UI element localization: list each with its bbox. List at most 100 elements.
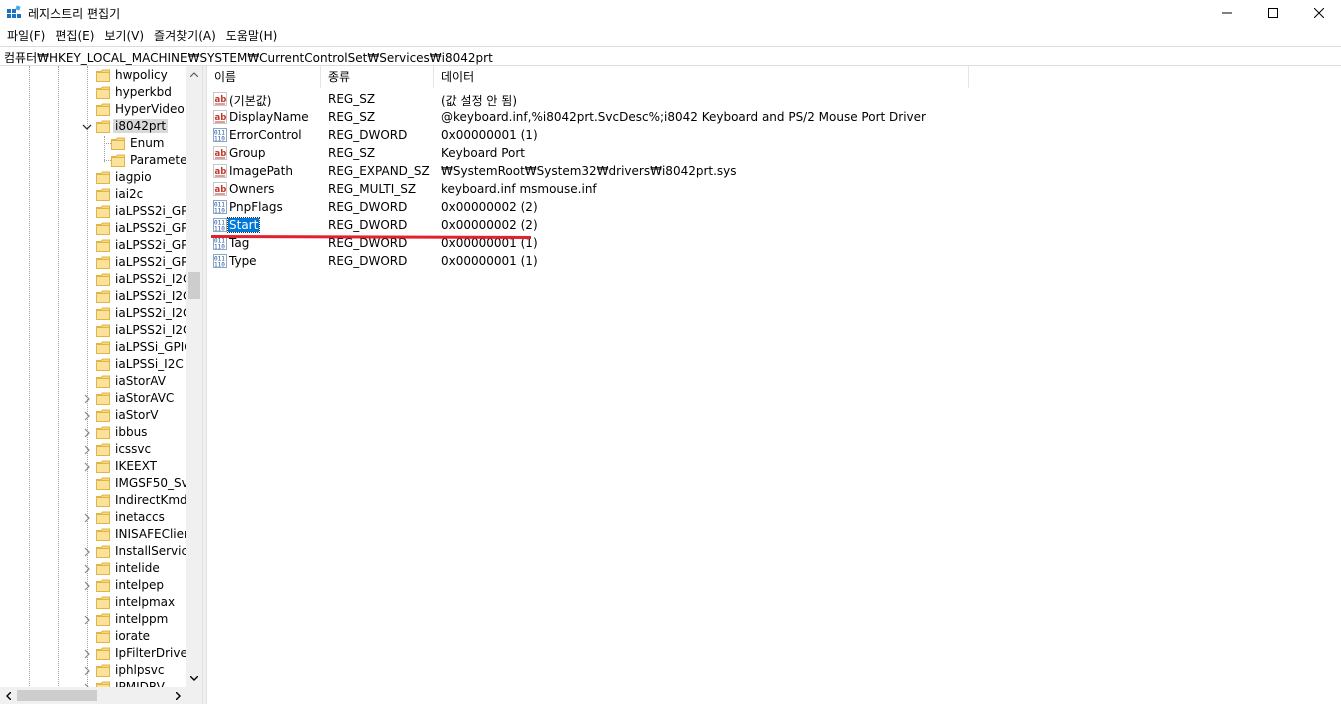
string-value-icon: ab — [213, 92, 227, 106]
tree-item[interactable]: iphlpsvc — [0, 662, 186, 679]
chevron-right-icon[interactable] — [82, 461, 92, 472]
chevron-right-icon[interactable] — [82, 546, 92, 557]
menu-view[interactable]: 보기(V) — [99, 26, 149, 46]
tree-item[interactable]: ibbus — [0, 424, 186, 441]
folder-icon — [96, 511, 110, 524]
value-row[interactable]: ab ImagePath REG_EXPAND_SZ ₩SystemRoot₩Syst… — [207, 162, 1107, 180]
tree-item[interactable]: iaLPSS2i_I2C_ — [0, 288, 197, 305]
address-bar[interactable]: 컴퓨터₩HKEY_LOCAL_MACHINE₩SYSTEM₩CurrentCon… — [0, 46, 1341, 66]
vertical-scroll-thumb[interactable] — [188, 272, 200, 299]
folder-icon — [96, 477, 110, 490]
chevron-right-icon[interactable] — [82, 563, 92, 574]
chevron-right-icon[interactable] — [82, 665, 92, 676]
folder-icon — [96, 596, 110, 609]
menu-help[interactable]: 도움말(H) — [221, 26, 283, 46]
chevron-right-icon[interactable] — [82, 614, 92, 625]
tree-item[interactable]: hwpolicy — [0, 67, 186, 84]
folder-icon — [96, 443, 110, 456]
folder-icon — [96, 579, 110, 592]
chevron-right-icon[interactable] — [82, 427, 92, 438]
value-type: REG_DWORD — [328, 128, 408, 142]
tree-item[interactable]: i8042prt — [0, 118, 186, 135]
column-header-name[interactable]: 이름 — [207, 66, 321, 88]
tree-item[interactable]: inetaccs — [0, 509, 186, 526]
tree-item[interactable]: HyperVideo — [0, 101, 186, 118]
address-path[interactable]: 컴퓨터₩HKEY_LOCAL_MACHINE₩SYSTEM₩CurrentCon… — [4, 49, 493, 66]
tree-item[interactable]: iaLPSS2i_GPIC — [0, 203, 200, 220]
value-row[interactable]: ab Group REG_SZ Keyboard Port — [207, 144, 1107, 162]
value-row[interactable]: ab Owners REG_MULTI_SZ keyboard.inf msmouse… — [207, 180, 1107, 198]
tree-item[interactable]: IpFilterDriver — [0, 645, 193, 662]
tree-item[interactable]: intelpep — [0, 577, 186, 594]
tree-item[interactable]: IndirectKmd — [0, 492, 188, 509]
tree-item[interactable]: iaLPSSi_I2C — [0, 356, 186, 373]
title-bar: 레지스트리 편집기 — [0, 0, 1341, 26]
tree-item-label: iaStorAV — [115, 374, 166, 388]
tree-item[interactable]: iaLPSS2i_GPIC — [0, 220, 200, 237]
chevron-right-icon[interactable] — [82, 410, 92, 421]
folder-icon — [96, 562, 110, 575]
tree-item[interactable]: Parameters — [0, 152, 199, 169]
maximize-button[interactable] — [1250, 0, 1296, 26]
horizontal-scroll-thumb[interactable] — [17, 690, 97, 701]
value-data: 0x00000002 (2) — [441, 218, 538, 232]
binary-value-icon: 011 110 — [213, 254, 227, 269]
value-row[interactable]: 011 110 ErrorControl REG_DWORD 0x00000001 (1… — [207, 126, 1107, 144]
scroll-down-button[interactable] — [186, 670, 202, 686]
value-type: REG_SZ — [328, 146, 376, 160]
tree-item[interactable]: iagpio — [0, 169, 186, 186]
chevron-right-icon[interactable] — [82, 512, 92, 523]
value-row[interactable]: 011 110 Start REG_DWORD 0x00000002 (2) — [207, 216, 1107, 234]
chevron-down-icon[interactable] — [82, 121, 92, 131]
tree-item[interactable]: iaStorAV — [0, 373, 186, 390]
scroll-up-button[interactable] — [186, 66, 202, 82]
menu-file[interactable]: 파일(F) — [2, 26, 50, 46]
menu-favorites[interactable]: 즐겨찾기(A) — [149, 26, 221, 46]
scroll-right-button[interactable] — [170, 687, 186, 704]
column-header-data[interactable]: 데이터 — [434, 66, 969, 88]
value-row[interactable]: 011 110 Type REG_DWORD 0x00000001 (1) — [207, 252, 1107, 270]
chevron-right-icon[interactable] — [82, 580, 92, 591]
tree-item[interactable]: intelpmax — [0, 594, 186, 611]
tree-item-label: hyperkbd — [115, 85, 172, 99]
svg-text:110: 110 — [214, 262, 225, 269]
tree-item[interactable]: iaLPSS2i_GPIC — [0, 254, 200, 271]
tree-item[interactable]: iaLPSSi_GPIO — [0, 339, 194, 356]
tree-item[interactable]: intelide — [0, 560, 186, 577]
column-header-type[interactable]: 종류 — [321, 66, 434, 88]
tree-item[interactable]: IMGSF50_Svc — [0, 475, 195, 492]
key-tree: hwpolicy hyperkbd HyperVideo i8042prt Enum Pa… — [0, 66, 202, 704]
tree-horizontal-scrollbar[interactable] — [0, 687, 186, 704]
tree-item[interactable]: icssvc — [0, 441, 186, 458]
close-button[interactable] — [1296, 0, 1341, 26]
tree-item[interactable]: hyperkbd — [0, 84, 186, 101]
tree-item[interactable]: InstallService — [0, 543, 195, 560]
tree-item-label: iaLPSSi_GPIO — [115, 340, 194, 354]
value-row[interactable]: 011 110 PnpFlags REG_DWORD 0x00000002 (2) — [207, 198, 1107, 216]
tree-item-label: iaStorV — [115, 408, 159, 422]
chevron-right-icon[interactable] — [82, 444, 92, 455]
tree-item[interactable]: IKEEXT — [0, 458, 186, 475]
tree-vertical-scrollbar[interactable] — [186, 66, 202, 687]
scroll-left-button[interactable] — [0, 687, 16, 704]
chevron-right-icon — [175, 691, 181, 700]
minimize-button[interactable] — [1204, 0, 1250, 26]
tree-item[interactable]: iaLPSS2i_I2C — [0, 271, 191, 288]
chevron-right-icon[interactable] — [82, 393, 92, 404]
tree-item[interactable]: iai2c — [0, 186, 186, 203]
tree-item[interactable]: intelppm — [0, 611, 186, 628]
value-row[interactable]: ab DisplayName REG_SZ @keyboard.inf,%i8042p… — [207, 108, 1107, 126]
tree-item[interactable]: iaLPSS2i_I2C_ — [0, 305, 197, 322]
chevron-right-icon[interactable] — [82, 648, 92, 659]
tree-item[interactable]: iaLPSS2i_I2C_ — [0, 322, 197, 339]
values-list: 이름 종류 데이터 ab (기본값) REG_SZ (값 설정 안 됨) ab Displ… — [207, 66, 1341, 704]
value-row[interactable]: ab (기본값) REG_SZ (값 설정 안 됨) — [207, 90, 1107, 108]
tree-item[interactable]: Enum — [0, 135, 186, 152]
tree-item[interactable]: iorate — [0, 628, 186, 645]
tree-item[interactable]: iaStorV — [0, 407, 186, 424]
tree-item[interactable]: iaStorAVC — [0, 390, 186, 407]
tree-item[interactable]: INISAFEClientI — [0, 526, 200, 543]
tree-item[interactable]: iaLPSS2i_GPIC — [0, 237, 200, 254]
menu-edit[interactable]: 편집(E) — [50, 26, 99, 46]
tree-item-label: IKEEXT — [115, 459, 157, 473]
